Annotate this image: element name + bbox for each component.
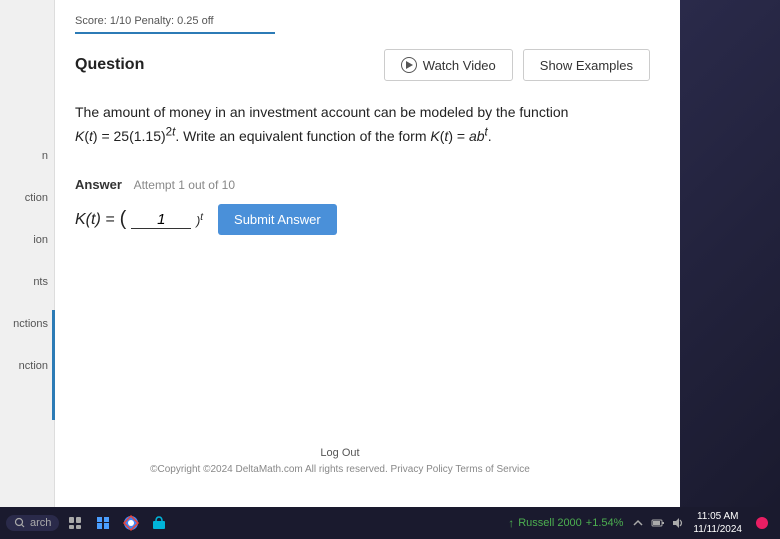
right-decorative: [680, 0, 780, 510]
chevron-up-icon[interactable]: [631, 516, 645, 530]
taskbar-chrome-icon[interactable]: [119, 511, 143, 535]
play-icon: [401, 57, 417, 73]
question-header: Question Watch Video Show Examples: [75, 49, 650, 81]
files-icon: [67, 515, 83, 531]
store-icon: [151, 515, 167, 531]
attempt-text: Attempt 1 out of 10: [134, 178, 235, 192]
answer-label: Answer Attempt 1 out of 10: [75, 177, 650, 192]
sidebar-item-n[interactable]: n: [42, 150, 54, 162]
sidebar: n ction ion nts nctions nction: [0, 0, 55, 510]
date-text: 11/11/2024: [693, 523, 742, 536]
submit-answer-button[interactable]: Submit Answer: [218, 204, 337, 235]
bell-icon: [754, 515, 770, 531]
stock-name: Russell 2000: [518, 517, 582, 529]
question-line2: K(t) = 25(1.15)2t. Write an equivalent f…: [75, 123, 650, 147]
question-label: Question: [75, 56, 144, 74]
taskbar-left: arch: [6, 511, 171, 535]
taskbar-search[interactable]: arch: [6, 515, 59, 531]
browser-window: n ction ion nts nctions nction Score: 1/…: [0, 0, 680, 510]
log-out-link[interactable]: Log Out: [320, 447, 359, 459]
score-text: Score: 1/10 Penalty: 0.25 off: [75, 15, 214, 27]
answer-input-a[interactable]: [131, 211, 191, 229]
taskbar: arch: [0, 507, 780, 539]
system-tray: [631, 516, 685, 530]
notification-icon[interactable]: [750, 511, 774, 535]
sidebar-item-nts[interactable]: nts: [33, 276, 54, 288]
volume-icon[interactable]: [671, 516, 685, 530]
kt-label: K(t) =: [75, 211, 115, 229]
time-display: 11:05 AM 11/11/2024: [693, 510, 742, 536]
taskbar-right: ↑ Russell 2000 +1.54% 11:05 AM 11/11/202…: [508, 510, 774, 536]
stock-info: ↑ Russell 2000 +1.54%: [508, 516, 623, 530]
battery-icon: [651, 516, 665, 530]
footer-copyright: ©Copyright ©2024 DeltaMath.com All right…: [150, 464, 530, 475]
chrome-icon: [122, 514, 140, 532]
header-buttons: Watch Video Show Examples: [384, 49, 650, 81]
stock-change: +1.54%: [586, 517, 624, 529]
play-triangle-icon: [406, 61, 413, 69]
show-examples-label: Show Examples: [540, 58, 633, 73]
taskbar-windows-icon[interactable]: [91, 511, 115, 535]
sidebar-item-ion[interactable]: ion: [33, 234, 54, 246]
sidebar-item-ction[interactable]: ction: [25, 192, 54, 204]
search-icon: [14, 517, 26, 529]
answer-row: K(t) = ( )t Submit Answer: [75, 204, 650, 235]
exponent-t: )t: [196, 212, 203, 228]
answer-section: Answer Attempt 1 out of 10 K(t) = ( )t S…: [75, 177, 650, 235]
windows-icon: [95, 515, 111, 531]
accent-bar: [52, 310, 55, 420]
taskbar-store-icon[interactable]: [147, 511, 171, 535]
sidebar-item-nction[interactable]: nction: [19, 360, 54, 372]
footer: Log Out ©Copyright ©2024 DeltaMath.com A…: [0, 447, 680, 475]
watch-video-label: Watch Video: [423, 58, 496, 73]
watch-video-button[interactable]: Watch Video: [384, 49, 513, 81]
time-text: 11:05 AM: [693, 510, 742, 523]
main-content: Score: 1/10 Penalty: 0.25 off Question W…: [55, 0, 680, 510]
question-text: The amount of money in an investment acc…: [75, 101, 650, 147]
question-line1: The amount of money in an investment acc…: [75, 101, 650, 123]
paren-left: (: [120, 208, 127, 231]
sidebar-item-nctions[interactable]: nctions: [13, 318, 54, 330]
stock-arrow-icon: ↑: [508, 516, 514, 530]
score-bar: Score: 1/10 Penalty: 0.25 off: [75, 15, 275, 34]
show-examples-button[interactable]: Show Examples: [523, 49, 650, 81]
taskbar-files-icon[interactable]: [63, 511, 87, 535]
search-text: arch: [30, 517, 51, 529]
